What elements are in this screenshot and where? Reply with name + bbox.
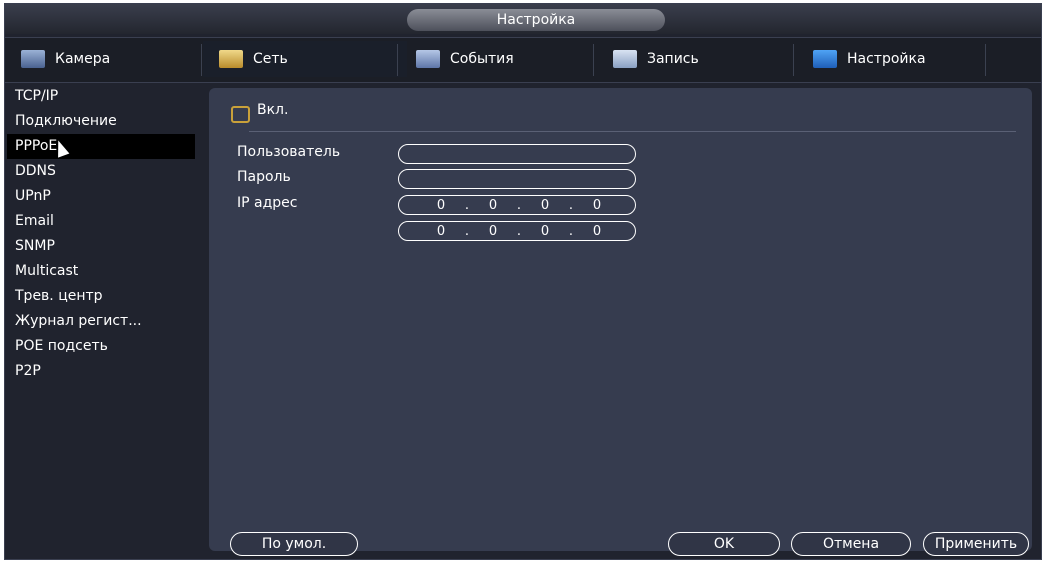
ip-octet[interactable]: 0 — [525, 224, 565, 239]
ip-separator: . — [568, 197, 574, 213]
ip-address-field[interactable]: 0 . 0 . 0 . 0 — [398, 195, 636, 215]
ip-octet[interactable]: 0 — [473, 198, 513, 213]
tab-camera[interactable]: Камера — [11, 41, 201, 77]
ip-separator: . — [464, 197, 470, 213]
sidebar-item-upnp[interactable]: UPnP — [7, 184, 195, 209]
sidebar-item-multicast[interactable]: Multicast — [7, 259, 195, 284]
ip-octet[interactable]: 0 — [577, 224, 617, 239]
ip-separator: . — [516, 197, 522, 213]
record-icon — [613, 50, 637, 68]
settings-icon — [813, 50, 837, 68]
title-bar: Настройка — [5, 4, 1041, 34]
tab-record-label: Запись — [647, 51, 699, 67]
tab-network-label: Сеть — [253, 51, 288, 67]
sidebar-item-email[interactable]: Email — [7, 209, 195, 234]
enable-label: Вкл. — [257, 102, 289, 118]
default-button[interactable]: По умол. — [230, 532, 358, 556]
enable-checkbox[interactable] — [231, 106, 250, 123]
subnet-mask-field[interactable]: 0 . 0 . 0 . 0 — [398, 221, 636, 241]
sidebar: TCP/IP Подключение PPPoE DDNS UPnP Email… — [7, 84, 195, 384]
window-title: Настройка — [407, 9, 665, 31]
tab-network[interactable]: Сеть — [203, 41, 407, 77]
apply-button[interactable]: Применить — [923, 532, 1029, 556]
tab-divider — [201, 44, 202, 76]
main-tabs: Камера Сеть События Запись Настройка — [5, 37, 1041, 83]
tab-divider — [793, 44, 794, 76]
tab-record[interactable]: Запись — [597, 41, 793, 77]
tab-settings[interactable]: Настройка — [797, 41, 993, 77]
tab-camera-label: Камера — [55, 51, 111, 67]
tab-divider — [985, 44, 986, 76]
sidebar-item-poe-subnet[interactable]: POE подсеть — [7, 334, 195, 359]
ip-separator: . — [464, 223, 470, 239]
ip-octet[interactable]: 0 — [421, 224, 461, 239]
tab-divider — [593, 44, 594, 76]
user-label: Пользователь — [237, 144, 341, 160]
sidebar-item-pppoe[interactable]: PPPoE — [7, 134, 195, 159]
sidebar-item-connection[interactable]: Подключение — [7, 109, 195, 134]
pppoe-panel: Вкл. Пользователь Пароль IP адрес 0 . 0 … — [209, 88, 1032, 551]
ip-separator: . — [516, 223, 522, 239]
events-icon — [416, 50, 440, 68]
tab-settings-label: Настройка — [847, 51, 926, 67]
tab-events[interactable]: События — [400, 41, 596, 77]
cancel-button[interactable]: Отмена — [791, 532, 911, 556]
sidebar-item-alarm-center[interactable]: Трев. центр — [7, 284, 195, 309]
sidebar-item-registration-log[interactable]: Журнал регист... — [7, 309, 195, 334]
divider — [249, 131, 1016, 132]
sidebar-item-snmp[interactable]: SNMP — [7, 234, 195, 259]
camera-icon — [21, 50, 45, 68]
password-label: Пароль — [237, 169, 291, 185]
ip-octet[interactable]: 0 — [473, 224, 513, 239]
ip-address-label: IP адрес — [237, 195, 298, 211]
tab-divider — [397, 44, 398, 76]
settings-window: Настройка Камера Сеть События Запись Нас… — [4, 3, 1042, 560]
ip-octet[interactable]: 0 — [577, 198, 617, 213]
ip-octet[interactable]: 0 — [421, 198, 461, 213]
tab-events-label: События — [450, 51, 514, 67]
network-icon — [219, 50, 243, 68]
ip-octet[interactable]: 0 — [525, 198, 565, 213]
sidebar-item-p2p[interactable]: P2P — [7, 359, 195, 384]
ip-separator: . — [568, 223, 574, 239]
ok-button[interactable]: OK — [668, 532, 780, 556]
user-input[interactable] — [398, 144, 636, 164]
sidebar-item-tcpip[interactable]: TCP/IP — [7, 84, 195, 109]
password-input[interactable] — [398, 169, 636, 189]
sidebar-item-ddns[interactable]: DDNS — [7, 159, 195, 184]
